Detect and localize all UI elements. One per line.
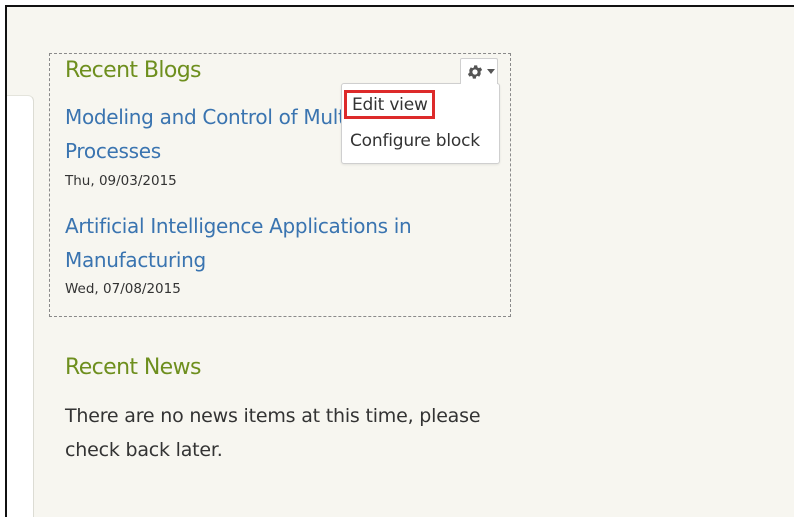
menu-item-edit-view[interactable]: Edit view xyxy=(344,90,435,119)
recent-blogs-block: Recent Blogs Modeling and Control of Mul… xyxy=(49,53,511,317)
block-settings-button[interactable] xyxy=(460,58,498,84)
page-frame: Recent Blogs Modeling and Control of Mul… xyxy=(5,5,794,517)
blog-post-date-1: Thu, 09/03/2015 xyxy=(65,173,177,189)
chevron-down-icon xyxy=(487,69,495,74)
recent-news-message: There are no news items at this time, pl… xyxy=(65,405,481,461)
menu-item-configure-block[interactable]: Configure block xyxy=(350,131,480,151)
blog-post-date-2: Wed, 07/08/2015 xyxy=(65,281,181,297)
blog-post-link-2[interactable]: Artificial Intelligence Applications in … xyxy=(65,209,465,277)
block-settings-menu: Edit view Configure block xyxy=(341,83,500,164)
left-content-panel xyxy=(7,95,34,517)
recent-news-title: Recent News xyxy=(65,355,201,380)
gear-icon xyxy=(467,65,483,79)
recent-blogs-title: Recent Blogs xyxy=(65,58,202,83)
